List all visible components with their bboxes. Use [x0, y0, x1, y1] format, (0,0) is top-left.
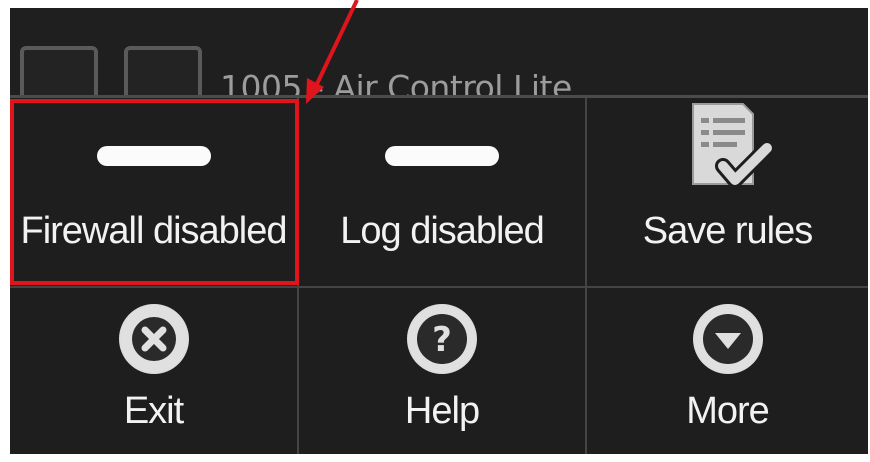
app-list-row[interactable]: 1005 - Air Control Lite	[10, 8, 868, 107]
menu-item-label: Log disabled	[340, 210, 545, 252]
question-circle-icon: ?	[407, 304, 477, 374]
exit-menu-item[interactable]: Exit	[10, 288, 299, 454]
close-circle-icon	[118, 304, 189, 374]
menu-item-label: More	[686, 390, 770, 432]
chevron-down-circle-icon	[692, 304, 763, 374]
menu-item-label: Save rules	[642, 210, 814, 252]
android-screen: 1005 - Air Control Lite Firewall disable…	[10, 8, 868, 454]
more-menu-item[interactable]: More	[587, 288, 868, 454]
toggle-off-icon	[385, 146, 499, 166]
svg-text:?: ?	[432, 320, 452, 360]
log-toggle-menu-item[interactable]: Log disabled	[299, 98, 587, 288]
toggle-off-icon	[96, 146, 211, 166]
menu-item-label: Help	[404, 390, 480, 432]
save-rules-document-icon	[691, 103, 773, 188]
help-menu-item[interactable]: ? Help	[299, 288, 587, 454]
options-menu: Firewall disabled Log disabled Save rule…	[10, 95, 868, 454]
menu-item-label: Firewall disabled	[20, 210, 287, 252]
firewall-toggle-menu-item[interactable]: Firewall disabled	[10, 98, 299, 288]
save-rules-menu-item[interactable]: Save rules	[587, 98, 868, 288]
menu-item-label: Exit	[123, 390, 184, 432]
